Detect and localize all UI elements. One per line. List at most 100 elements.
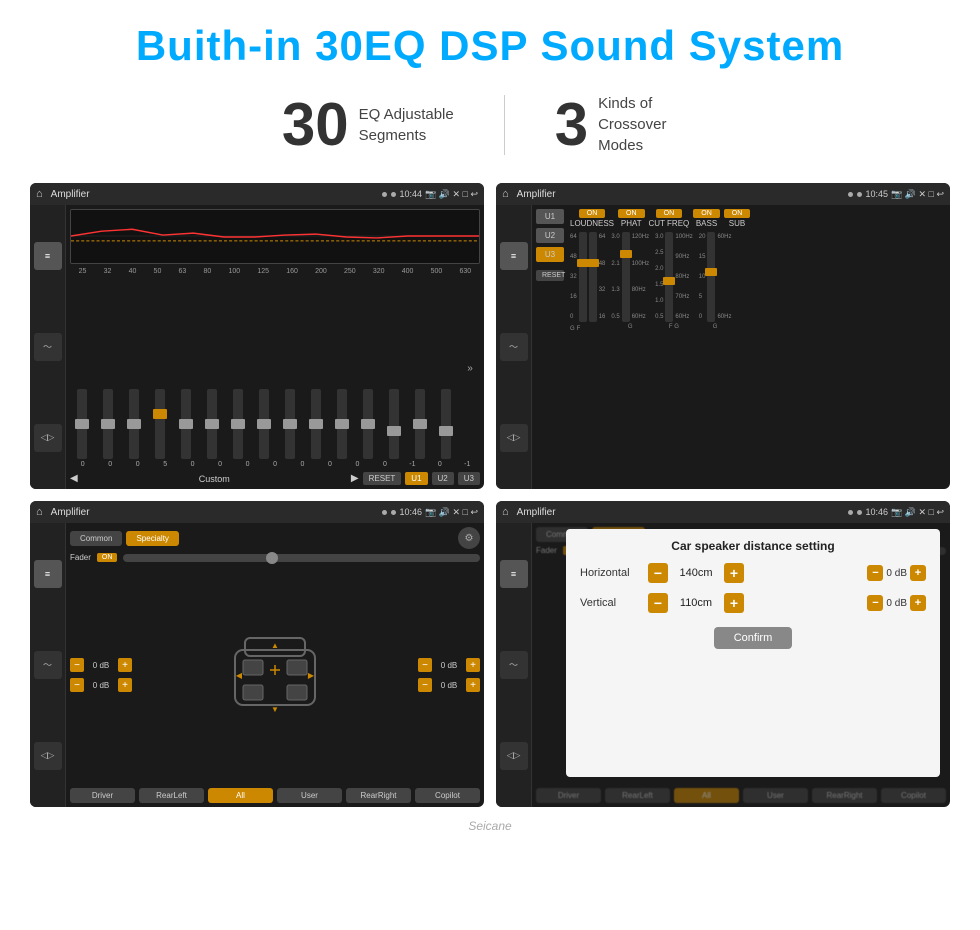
speaker-bottom-3: Driver RearLeft All User RearRight Copil… <box>70 788 480 803</box>
db-plus-fl[interactable]: + <box>118 658 132 672</box>
eq-slider-10 <box>337 389 347 459</box>
eq-next-btn[interactable]: ▶ <box>351 473 359 484</box>
xo-sidebar-btn-1[interactable]: ≡ <box>500 242 528 270</box>
xo-cutfreq-thumb[interactable] <box>620 250 632 258</box>
xo-loudness-track-l[interactable] <box>579 232 587 322</box>
svg-text:◀: ◀ <box>236 671 243 680</box>
eq-custom-label: Custom <box>82 474 347 484</box>
home-icon-2[interactable]: ⌂ <box>502 188 509 200</box>
spk-sidebar-btn-1[interactable]: ≡ <box>34 560 62 588</box>
eq-thumb-2[interactable] <box>127 419 141 429</box>
spk-driver-btn[interactable]: Driver <box>70 788 135 803</box>
db-minus-rr[interactable]: − <box>418 678 432 692</box>
eq-thumb-4[interactable] <box>179 419 193 429</box>
eq-prev-btn[interactable]: ◀ <box>70 473 78 484</box>
eq-thumb-12[interactable] <box>387 426 401 436</box>
screen-4-sidebar: ≡ 〜 ◁▷ <box>496 523 532 807</box>
dist-horiz-db-plus[interactable]: + <box>910 565 926 581</box>
spk-rearleft-btn[interactable]: RearLeft <box>139 788 204 803</box>
xo-phat-label: PHAT <box>621 219 642 228</box>
dist-vert-db-minus[interactable]: − <box>867 595 883 611</box>
spk-all-btn[interactable]: All <box>208 788 273 803</box>
eq-reset-btn[interactable]: RESET <box>363 472 402 485</box>
db-minus-fr[interactable]: − <box>418 658 432 672</box>
xo-bass-track[interactable] <box>665 232 673 322</box>
eq-u2-btn[interactable]: U2 <box>432 472 454 485</box>
dist-vert-minus[interactable]: − <box>648 593 668 613</box>
dot-5 <box>382 510 387 515</box>
eq-sidebar-btn-2[interactable]: 〜 <box>34 333 62 361</box>
eq-slider-1 <box>103 389 113 459</box>
fader-toggle-3[interactable]: ON <box>97 553 118 562</box>
xo-sub-thumb[interactable] <box>705 268 717 276</box>
xo-sidebar-btn-2[interactable]: 〜 <box>500 333 528 361</box>
xo-loudness-thumb-r[interactable] <box>587 259 599 267</box>
spk-rearright-btn[interactable]: RearRight <box>346 788 411 803</box>
home-icon-1[interactable]: ⌂ <box>36 188 43 200</box>
eq-thumb-10[interactable] <box>335 419 349 429</box>
db-plus-rr[interactable]: + <box>466 678 480 692</box>
spk-sidebar-btn-2[interactable]: 〜 <box>34 651 62 679</box>
dist-horiz-minus[interactable]: − <box>648 563 668 583</box>
dist-vert-plus[interactable]: + <box>724 593 744 613</box>
dist-sidebar-btn-2[interactable]: 〜 <box>500 651 528 679</box>
eq-u3-btn[interactable]: U3 <box>458 472 480 485</box>
xo-u3-btn[interactable]: U3 <box>536 247 564 262</box>
xo-sidebar-btn-3[interactable]: ◁▷ <box>500 424 528 452</box>
db-minus-fl[interactable]: − <box>70 658 84 672</box>
dist-vert-db-plus[interactable]: + <box>910 595 926 611</box>
xo-loudness-on[interactable]: ON <box>579 209 606 218</box>
eq-thumb-6[interactable] <box>231 419 245 429</box>
db-minus-rl[interactable]: − <box>70 678 84 692</box>
spk-sidebar-btn-3[interactable]: ◁▷ <box>34 742 62 770</box>
eq-slider-13 <box>415 389 425 459</box>
eq-u1-btn[interactable]: U1 <box>405 472 427 485</box>
eq-thumb-11[interactable] <box>361 419 375 429</box>
home-icon-3[interactable]: ⌂ <box>36 506 43 518</box>
eq-sidebar-btn-1[interactable]: ≡ <box>34 242 62 270</box>
eq-thumb-3[interactable] <box>153 409 167 419</box>
eq-thumb-8[interactable] <box>283 419 297 429</box>
eq-thumb-1[interactable] <box>101 419 115 429</box>
xo-bass-thumb[interactable] <box>663 277 675 285</box>
dist-horiz-db-minus[interactable]: − <box>867 565 883 581</box>
tab-common-3[interactable]: Common <box>70 531 122 546</box>
xo-bass-on[interactable]: ON <box>693 209 720 218</box>
db-right: − 0 dB + − 0 dB + <box>418 658 480 692</box>
xo-sub-on[interactable]: ON <box>724 209 751 218</box>
home-icon-4[interactable]: ⌂ <box>502 506 509 518</box>
eq-thumb-5[interactable] <box>205 419 219 429</box>
spk-user-btn[interactable]: User <box>277 788 342 803</box>
eq-thumb-14[interactable] <box>439 426 453 436</box>
eq-expand-icon[interactable]: » <box>467 363 473 374</box>
xo-loudness-track-r[interactable] <box>589 232 597 322</box>
fader-thumb-3[interactable] <box>266 552 278 564</box>
db-plus-rl[interactable]: + <box>118 678 132 692</box>
eq-val-8: 0 <box>290 461 315 468</box>
xo-sub-track[interactable] <box>707 232 715 322</box>
status-icons-3: 10:46 📷 🔊 ✕ □ ↩ <box>400 507 478 518</box>
db-plus-fr[interactable]: + <box>466 658 480 672</box>
xo-u1-btn[interactable]: U1 <box>536 209 564 224</box>
tab-specialty-3[interactable]: Specialty <box>126 531 178 546</box>
eq-thumb-9[interactable] <box>309 419 323 429</box>
xo-reset-btn[interactable]: RESET <box>536 270 564 281</box>
settings-icon-3[interactable]: ⚙ <box>458 527 480 549</box>
spk-copilot-btn[interactable]: Copilot <box>415 788 480 803</box>
xo-u2-btn[interactable]: U2 <box>536 228 564 243</box>
fader-slider-3[interactable] <box>123 554 480 562</box>
eq-thumb-13[interactable] <box>413 419 427 429</box>
eq-sidebar-btn-3[interactable]: ◁▷ <box>34 424 62 452</box>
dist-sidebar-btn-1[interactable]: ≡ <box>500 560 528 588</box>
dist-horiz-db-val: 0 dB <box>886 568 907 579</box>
xo-cutfreq-on[interactable]: ON <box>656 209 683 218</box>
eq-thumb-7[interactable] <box>257 419 271 429</box>
db-val-fr: 0 dB <box>435 661 463 670</box>
dist-sidebar-btn-3[interactable]: ◁▷ <box>500 742 528 770</box>
xo-phat-on[interactable]: ON <box>618 209 645 218</box>
eq-thumb-0[interactable] <box>75 419 89 429</box>
xo-cutfreq-track[interactable] <box>622 232 630 322</box>
confirm-button[interactable]: Confirm <box>714 627 793 649</box>
dist-horiz-plus[interactable]: + <box>724 563 744 583</box>
eq-label-13: 500 <box>431 268 443 275</box>
